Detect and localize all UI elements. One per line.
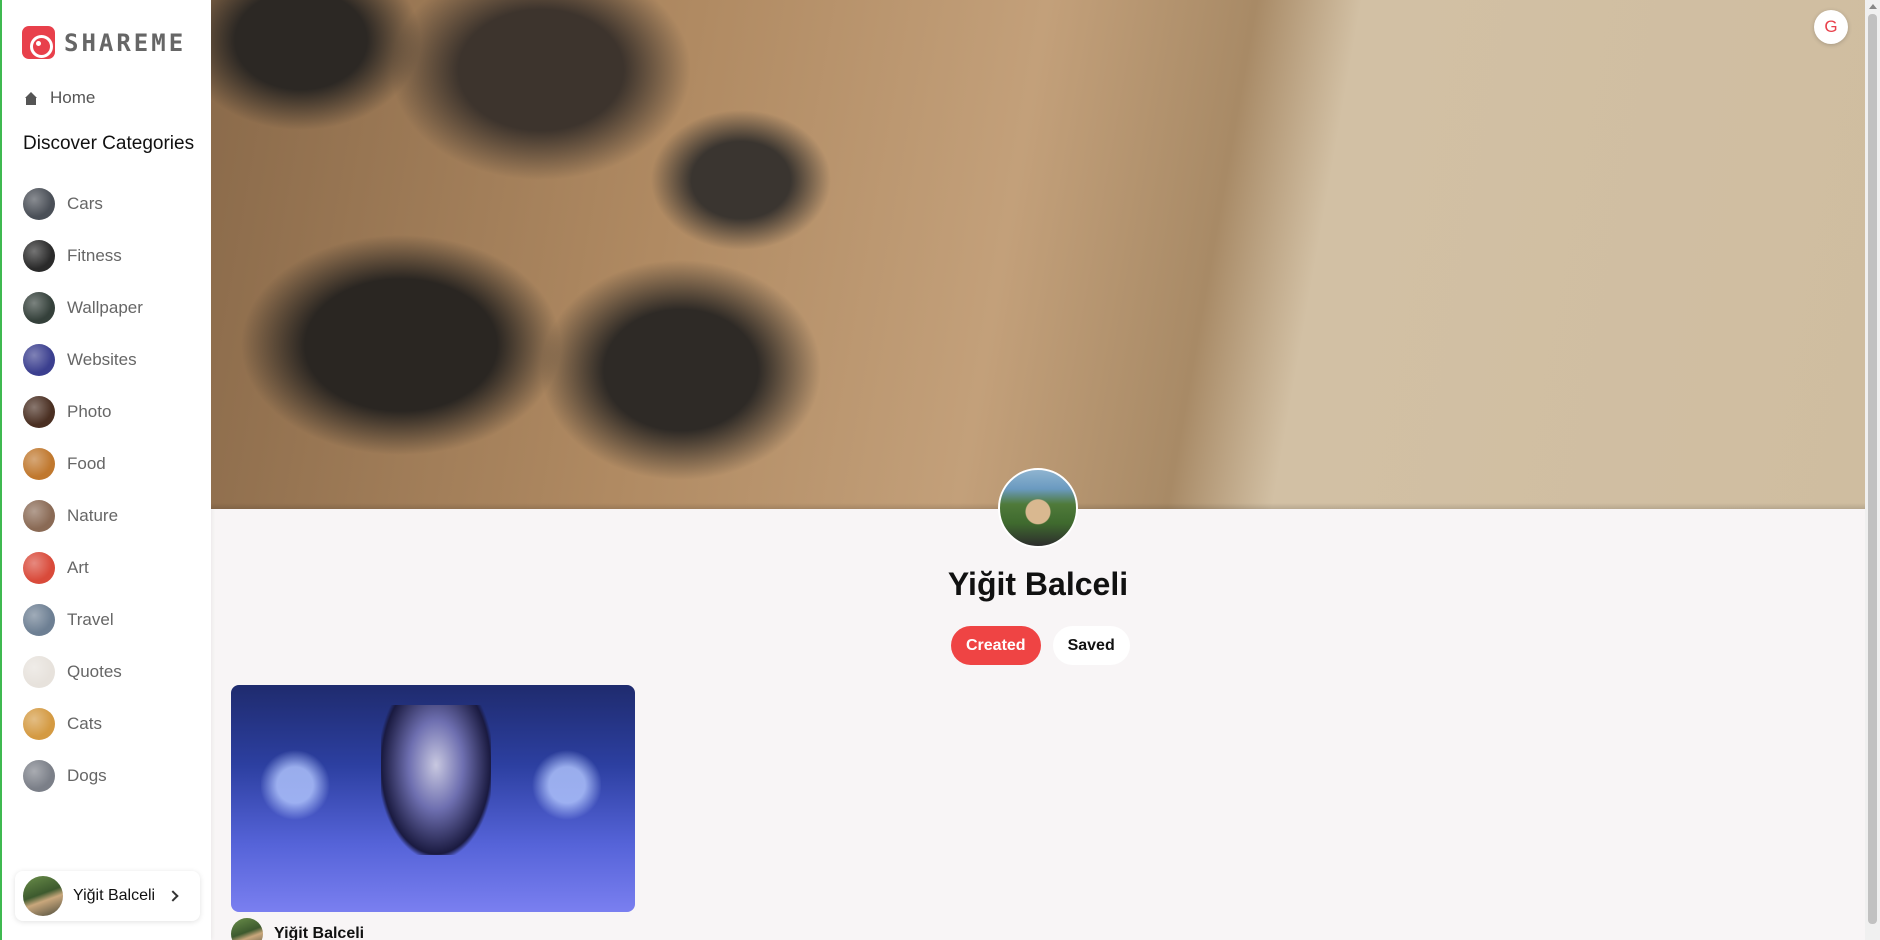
category-label: Websites [67, 350, 137, 369]
vertical-scrollbar[interactable] [1865, 0, 1880, 940]
category-thumbnail [23, 448, 55, 480]
sidebar-item-cats[interactable]: Cats [23, 698, 143, 750]
category-thumbnail [23, 344, 55, 376]
scrollbar-thumb[interactable] [1868, 14, 1877, 924]
pin-author-name: Yiğit Balceli [274, 925, 365, 940]
google-icon: G [1824, 17, 1838, 36]
pin-image[interactable] [231, 685, 635, 912]
sidebar-item-travel[interactable]: Travel [23, 594, 143, 646]
sidebar-item-home[interactable]: Home [24, 88, 95, 108]
google-login-button[interactable]: G [1814, 10, 1848, 44]
pin-author[interactable]: Yiğit Balceli [231, 918, 635, 940]
tab-created[interactable]: Created [951, 626, 1041, 665]
category-thumbnail [23, 708, 55, 740]
user-name: Yiğit Balceli [73, 887, 156, 904]
category-label: Nature [67, 506, 119, 525]
sidebar-item-label: Home [50, 88, 96, 107]
sidebar-item-wallpaper[interactable]: Wallpaper [23, 282, 143, 334]
category-thumbnail [23, 500, 55, 532]
category-thumbnail [23, 552, 55, 584]
category-thumbnail [23, 240, 55, 272]
sidebar-item-art[interactable]: Art [23, 542, 143, 594]
tab-saved[interactable]: Saved [1052, 626, 1130, 665]
main-content: G Yiğit Balceli Created Saved Yiğit Balc… [211, 0, 1865, 940]
sidebar-item-nature[interactable]: Nature [23, 490, 143, 542]
category-label: Quotes [67, 662, 122, 681]
category-label: Cats [67, 714, 102, 733]
sidebar-item-quotes[interactable]: Quotes [23, 646, 143, 698]
category-thumbnail [23, 760, 55, 792]
sidebar-item-websites[interactable]: Websites [23, 334, 143, 386]
category-label: Art [67, 558, 89, 577]
profile-banner-image [211, 0, 1865, 509]
category-thumbnail [23, 656, 55, 688]
sidebar: SHAREME Home Discover Categories Cars Fi… [0, 0, 211, 940]
scroll-up-arrow-icon[interactable] [1869, 4, 1877, 9]
user-profile-link[interactable]: Yiğit Balceli [15, 871, 200, 921]
home-icon [24, 91, 38, 105]
sidebar-item-cars[interactable]: Cars [23, 178, 143, 230]
category-label: Photo [67, 402, 112, 421]
category-label: Cars [67, 194, 103, 213]
category-list: Cars Fitness Wallpaper Websites Photo Fo… [23, 178, 143, 802]
category-thumbnail [23, 396, 55, 428]
profile-avatar [998, 468, 1078, 548]
brand-logo[interactable]: SHAREME [22, 26, 186, 59]
category-thumbnail [23, 292, 55, 324]
sidebar-item-dogs[interactable]: Dogs [23, 750, 143, 802]
sidebar-item-photo[interactable]: Photo [23, 386, 143, 438]
profile-name: Yiğit Balceli [947, 566, 1129, 602]
category-thumbnail [23, 188, 55, 220]
avatar [231, 918, 263, 940]
category-label: Travel [67, 610, 114, 629]
category-label: Wallpaper [67, 298, 143, 317]
profile-tabs: Created Saved [951, 626, 1130, 665]
category-label: Food [67, 454, 106, 473]
chevron-right-icon [167, 890, 179, 902]
sidebar-item-fitness[interactable]: Fitness [23, 230, 143, 282]
avatar [23, 876, 63, 916]
category-label: Dogs [67, 766, 107, 785]
discover-heading: Discover Categories [23, 133, 195, 154]
category-thumbnail [23, 604, 55, 636]
brand-name: SHAREME [64, 28, 187, 57]
sidebar-item-food[interactable]: Food [23, 438, 143, 490]
pin-card[interactable]: Yiğit Balceli [231, 685, 635, 940]
category-label: Fitness [67, 246, 122, 265]
camera-icon [22, 26, 55, 59]
